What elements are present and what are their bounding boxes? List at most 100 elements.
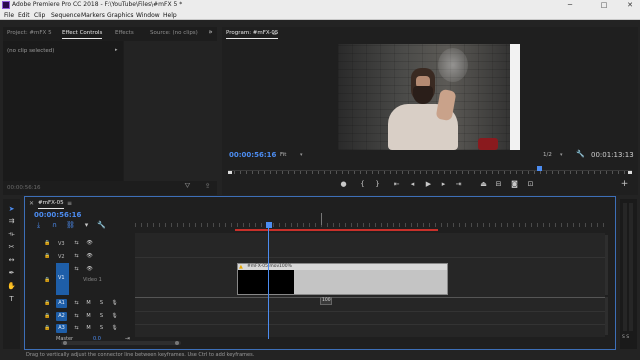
add-button-icon[interactable]: + <box>620 180 629 189</box>
wrench-icon[interactable]: 🔧 <box>576 150 585 159</box>
fit-dropdown-chevron-icon[interactable]: ▾ <box>300 152 303 158</box>
close-button[interactable]: ✕ <box>620 0 640 10</box>
v3-sync-lock-icon[interactable]: ⇆ <box>72 239 81 248</box>
ripple-edit-tool-icon[interactable]: ⟛ <box>7 230 16 239</box>
timeline-playhead-handle[interactable] <box>266 222 272 228</box>
resolution-chevron-icon[interactable]: ▾ <box>560 152 563 158</box>
v1-lock-icon[interactable]: 🔒 <box>43 276 52 285</box>
scrub-start-handle[interactable] <box>228 171 232 174</box>
menu-edit[interactable]: Edit <box>18 12 30 19</box>
program-menu-icon[interactable]: ≡ <box>272 30 277 37</box>
resolution-dropdown[interactable]: 1/2 <box>543 152 552 158</box>
button-editor-icon[interactable]: ⊡ <box>526 180 535 189</box>
timeline-settings-wrench-icon[interactable]: 🔧 <box>97 221 106 230</box>
scrub-end-handle[interactable] <box>628 171 632 174</box>
add-marker-timeline-icon[interactable]: ▾ <box>82 221 91 230</box>
selection-tool-icon[interactable]: ➤ <box>7 205 16 214</box>
mark-in-icon[interactable]: { <box>358 180 367 189</box>
slip-tool-icon[interactable]: ↔ <box>7 256 16 265</box>
play-icon[interactable]: ▶ <box>424 180 433 189</box>
menu-sequence[interactable]: Sequence <box>51 12 81 19</box>
a3-lock-icon[interactable]: 🔒 <box>43 324 52 333</box>
a1-lock-icon[interactable]: 🔒 <box>43 299 52 308</box>
a1-source-patch[interactable]: A1 <box>56 299 67 308</box>
export-icon[interactable]: ⇪ <box>203 182 212 191</box>
v2-eye-icon[interactable]: 👁 <box>85 252 94 261</box>
a2-source-patch[interactable]: A2 <box>56 312 67 321</box>
v3-label[interactable]: V3 <box>58 241 65 247</box>
snap-magnet-icon[interactable]: ∩ <box>50 221 59 230</box>
razor-tool-icon[interactable]: ✂ <box>7 243 16 252</box>
zoom-handle-right[interactable] <box>175 341 179 345</box>
mark-out-icon[interactable]: } <box>373 180 382 189</box>
a1-sync-lock-icon[interactable]: ⇆ <box>72 299 81 308</box>
tab-sequence[interactable]: #mFX-05 <box>38 200 64 209</box>
linked-selection-icon[interactable]: ⛓ <box>66 221 75 230</box>
extract-icon[interactable]: ⊟ <box>494 180 503 189</box>
tab-source[interactable]: Source: (no clips) <box>150 30 198 36</box>
menu-markers[interactable]: Markers <box>81 12 105 19</box>
timeline-playhead-line[interactable] <box>268 227 269 339</box>
video-vertical-scrollbar[interactable] <box>605 235 608 295</box>
program-playhead[interactable] <box>537 166 542 171</box>
a2-sync-lock-icon[interactable]: ⇆ <box>72 312 81 321</box>
sequence-menu-icon[interactable]: ≡ <box>67 200 72 207</box>
timeline-ruler[interactable] <box>135 213 605 231</box>
a1-mic-icon[interactable]: 🎙 <box>110 299 119 308</box>
v2-label[interactable]: V2 <box>58 254 65 260</box>
a3-solo-button[interactable]: S <box>97 324 106 333</box>
v2-sync-lock-icon[interactable]: ⇆ <box>72 252 81 261</box>
fit-dropdown[interactable]: Fit <box>280 152 286 158</box>
pen-tool-icon[interactable]: ✒ <box>7 269 16 278</box>
filter-icon[interactable]: ⛛ <box>183 182 192 191</box>
maximize-button[interactable]: □ <box>594 0 614 10</box>
v3-eye-icon[interactable]: 👁 <box>85 239 94 248</box>
a2-solo-button[interactable]: S <box>97 312 106 321</box>
v2-lock-icon[interactable]: 🔒 <box>43 252 52 261</box>
menu-window[interactable]: Window <box>136 12 160 19</box>
menu-graphics[interactable]: Graphics <box>107 12 134 19</box>
export-frame-camera-icon[interactable]: ◙ <box>510 180 519 189</box>
track-select-tool-icon[interactable]: ⇉ <box>7 217 16 226</box>
a1-solo-button[interactable]: S <box>97 299 106 308</box>
v1-source-patch[interactable]: V1 <box>56 263 69 295</box>
menu-file[interactable]: File <box>4 12 14 19</box>
audio-vertical-scrollbar[interactable] <box>605 297 608 335</box>
tab-effects[interactable]: Effects <box>115 30 134 36</box>
a2-mute-button[interactable]: M <box>84 312 93 321</box>
expand-arrow-icon[interactable]: ▸ <box>115 47 118 53</box>
panel-overflow-icon[interactable]: » <box>206 28 215 37</box>
v1-eye-icon[interactable]: 👁 <box>85 265 94 274</box>
nest-icon[interactable]: ⤓ <box>34 221 43 230</box>
go-to-out-icon[interactable]: ⇥ <box>454 180 463 189</box>
menu-help[interactable]: Help <box>163 12 177 19</box>
a3-source-patch[interactable]: A3 <box>56 324 67 333</box>
a2-mic-icon[interactable]: 🎙 <box>110 312 119 321</box>
hand-tool-icon[interactable]: ✋ <box>7 282 16 291</box>
v1-sync-lock-icon[interactable]: ⇆ <box>72 265 81 274</box>
a3-mute-button[interactable]: M <box>84 324 93 333</box>
a1-mute-button[interactable]: M <box>84 299 93 308</box>
tab-program[interactable]: Program: #mFX-05 <box>226 30 279 39</box>
zoom-handle-left[interactable] <box>63 341 67 345</box>
lift-icon[interactable]: ⏏ <box>479 180 488 189</box>
tab-effect-controls[interactable]: Effect Controls <box>62 30 103 39</box>
minimize-button[interactable]: ─ <box>560 0 580 10</box>
timeline-timecode[interactable]: 00:00:56:16 <box>34 211 81 219</box>
menu-clip[interactable]: Clip <box>34 12 45 19</box>
go-to-in-icon[interactable]: ⇤ <box>392 180 401 189</box>
v3-lock-icon[interactable]: 🔒 <box>43 239 52 248</box>
timeline-close-icon[interactable]: ✕ <box>29 200 34 207</box>
work-area-bar[interactable] <box>235 229 438 231</box>
program-scrub-bar[interactable] <box>228 166 632 174</box>
solo-meter-buttons[interactable]: S S <box>622 335 629 340</box>
timeline-zoom-scrollbar[interactable] <box>61 341 181 345</box>
a3-sync-lock-icon[interactable]: ⇆ <box>72 324 81 333</box>
type-tool-icon[interactable]: T <box>7 295 16 304</box>
step-back-icon[interactable]: ◂ <box>408 180 417 189</box>
program-current-timecode[interactable]: 00:00:56:16 <box>229 151 276 159</box>
a2-lock-icon[interactable]: 🔒 <box>43 312 52 321</box>
add-marker-icon[interactable]: ● <box>339 180 348 189</box>
tab-project[interactable]: Project: #mFX 5 <box>7 30 52 36</box>
step-forward-icon[interactable]: ▸ <box>439 180 448 189</box>
